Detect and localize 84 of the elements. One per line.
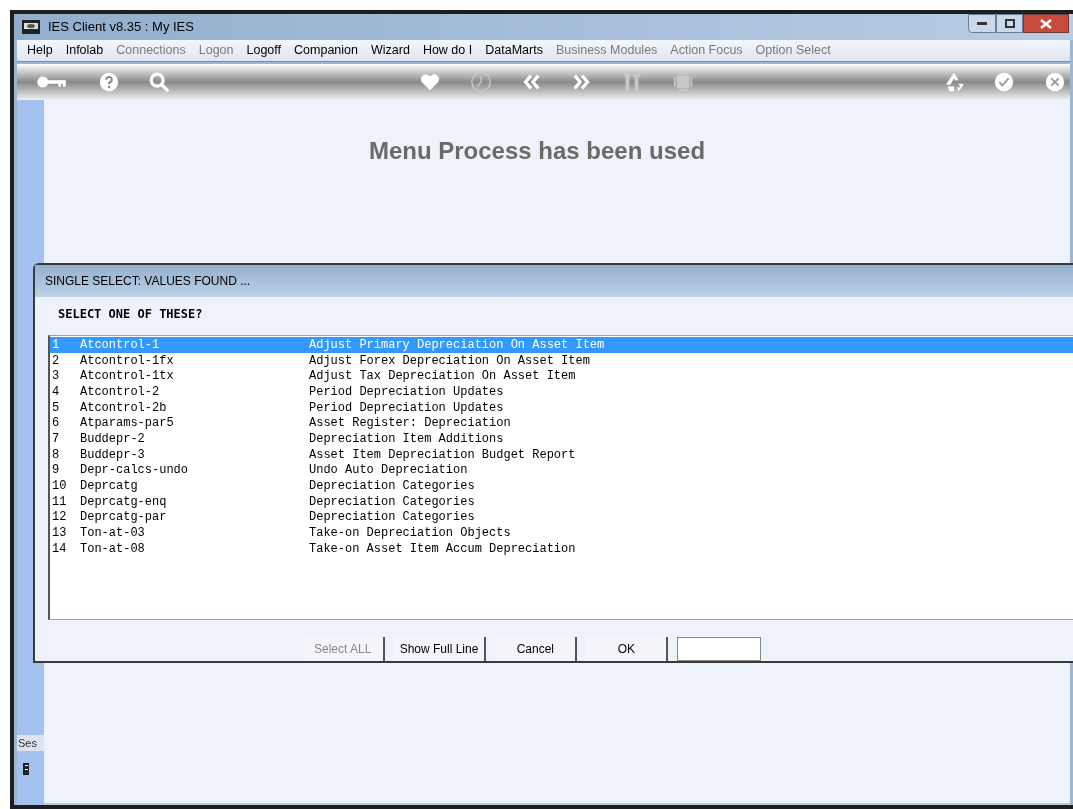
heart-icon[interactable] bbox=[419, 71, 442, 93]
menu-item[interactable]: Infolab bbox=[65, 41, 104, 60]
row-code: Deprcatg bbox=[80, 480, 139, 493]
row-number: 4 bbox=[51, 385, 61, 398]
list-row[interactable]: 9 Depr-calcs-undo Undo Auto Depreciation bbox=[50, 462, 1073, 479]
dialog-button[interactable]: Show Full Line bbox=[393, 637, 487, 661]
app-icon bbox=[22, 20, 40, 34]
row-number: 14 bbox=[51, 542, 68, 555]
row-number: 5 bbox=[51, 401, 61, 414]
document-icon bbox=[23, 763, 29, 775]
dialog-title: SINGLE SELECT: VALUES FOUND ... bbox=[45, 273, 251, 290]
list-row[interactable]: 14 Ton-at-08 Take-on Asset Item Accum Depreciation bbox=[50, 540, 1073, 557]
menu-item[interactable]: Wizard bbox=[371, 41, 410, 60]
list-row[interactable]: 13 Ton-at-03 Take-on Depreciation Objects bbox=[50, 525, 1073, 541]
row-description: Asset Item Depreciation Budget Report bbox=[309, 448, 576, 461]
list-row[interactable]: 3 Atcontrol-1tx Adjust Tax Depreciation On Asset Item bbox=[50, 368, 1073, 385]
row-code: Buddepr-2 bbox=[80, 432, 146, 445]
dialog-prompt: SELECT ONE OF THESE? bbox=[58, 306, 204, 323]
list-row[interactable]: 4 Atcontrol-2 Period Depreciation Updates bbox=[50, 384, 1073, 400]
row-number: 9 bbox=[51, 464, 61, 477]
row-code: Depr-calcs-undo bbox=[80, 464, 190, 477]
row-code: Ton-at-08 bbox=[80, 542, 146, 555]
row-description: Depreciation Categories bbox=[309, 511, 475, 524]
minimize-icon bbox=[977, 21, 987, 26]
row-description: Depreciation Categories bbox=[309, 495, 475, 508]
row-number: 8 bbox=[51, 448, 61, 461]
row-description: Adjust Forex Depreciation On Asset Item bbox=[309, 354, 590, 367]
row-number: 6 bbox=[51, 417, 61, 430]
row-code: Atcontrol-1tx bbox=[80, 370, 175, 383]
close-window-button[interactable] bbox=[1023, 14, 1069, 33]
row-code: Deprcatg-par bbox=[80, 511, 168, 524]
minimize-button[interactable] bbox=[968, 14, 996, 33]
dialog-button[interactable]: Cancel bbox=[495, 637, 578, 661]
row-code: Deprcatg-enq bbox=[80, 495, 168, 508]
row-code: Buddepr-3 bbox=[80, 448, 146, 461]
maximize-icon bbox=[1004, 19, 1015, 28]
menu-item[interactable]: How do I bbox=[422, 41, 473, 60]
menu-item[interactable]: Companion bbox=[294, 41, 358, 60]
help-icon[interactable] bbox=[97, 71, 120, 93]
row-code: Atcontrol-1 bbox=[80, 338, 161, 351]
row-code: Atcontrol-2 bbox=[80, 385, 161, 398]
menu-item[interactable]: DataMarts bbox=[485, 41, 543, 60]
row-description: Take-on Asset Item Accum Depreciation bbox=[309, 542, 576, 555]
search-icon[interactable] bbox=[148, 71, 171, 93]
menu-item[interactable]: Help bbox=[27, 41, 53, 60]
check-icon[interactable] bbox=[993, 71, 1016, 93]
row-number: 12 bbox=[51, 511, 68, 524]
close-icon bbox=[1040, 18, 1052, 29]
row-description: Take-on Depreciation Objects bbox=[309, 527, 511, 540]
row-number: 11 bbox=[51, 495, 68, 508]
session-label: Ses bbox=[17, 734, 44, 751]
row-description: Undo Auto Depreciation bbox=[309, 464, 468, 477]
menu-item[interactable]: Logoff bbox=[246, 41, 282, 60]
row-number: 10 bbox=[51, 480, 68, 493]
row-description: Depreciation Item Additions bbox=[309, 432, 504, 445]
row-description: Adjust Primary Depreciation On Asset Item bbox=[309, 338, 605, 351]
list-row[interactable]: 5 Atcontrol-2b Period Depreciation Updates bbox=[50, 399, 1073, 416]
list-row[interactable]: 2 Atcontrol-1fx Adjust Forex Depreciation On Asset Item bbox=[50, 352, 1073, 369]
row-number: 2 bbox=[51, 354, 61, 367]
list-row[interactable]: 6 Atparams-par5 Asset Register: Depreciation bbox=[50, 415, 1073, 432]
row-code: Atparams-par5 bbox=[80, 417, 175, 430]
row-description: Asset Register: Depreciation bbox=[309, 417, 511, 430]
page-heading: Menu Process has been used bbox=[368, 136, 707, 166]
list-row[interactable]: 10 Deprcatg Depreciation Categories bbox=[50, 478, 1073, 494]
row-description: Period Depreciation Updates bbox=[309, 401, 504, 414]
row-description: Period Depreciation Updates bbox=[309, 385, 504, 398]
row-number: 1 bbox=[51, 338, 61, 351]
row-number: 3 bbox=[51, 370, 61, 383]
row-description: Adjust Tax Depreciation On Asset Item bbox=[309, 370, 576, 383]
row-code: Atcontrol-1fx bbox=[80, 354, 175, 367]
list-row[interactable]: 7 Buddepr-2 Depreciation Item Additions bbox=[50, 431, 1073, 447]
input-field[interactable] bbox=[677, 637, 762, 661]
window-title: IES Client v8.35 : My IES bbox=[48, 18, 194, 37]
dialog-button[interactable]: OK bbox=[586, 637, 669, 661]
close-icon[interactable] bbox=[1043, 71, 1066, 93]
row-number: 13 bbox=[51, 527, 68, 540]
row-description: Depreciation Categories bbox=[309, 480, 475, 493]
list-row[interactable]: 11 Deprcatg-enq Depreciation Categories bbox=[50, 493, 1073, 510]
row-code: Atcontrol-2b bbox=[80, 401, 168, 414]
list-row[interactable]: 8 Buddepr-3 Asset Item Depreciation Budget Report bbox=[50, 446, 1073, 463]
list-row[interactable]: 12 Deprcatg-par Depreciation Categories bbox=[50, 509, 1073, 526]
maximize-button[interactable] bbox=[996, 14, 1023, 33]
row-number: 7 bbox=[51, 432, 61, 445]
row-code: Ton-at-03 bbox=[80, 527, 146, 540]
